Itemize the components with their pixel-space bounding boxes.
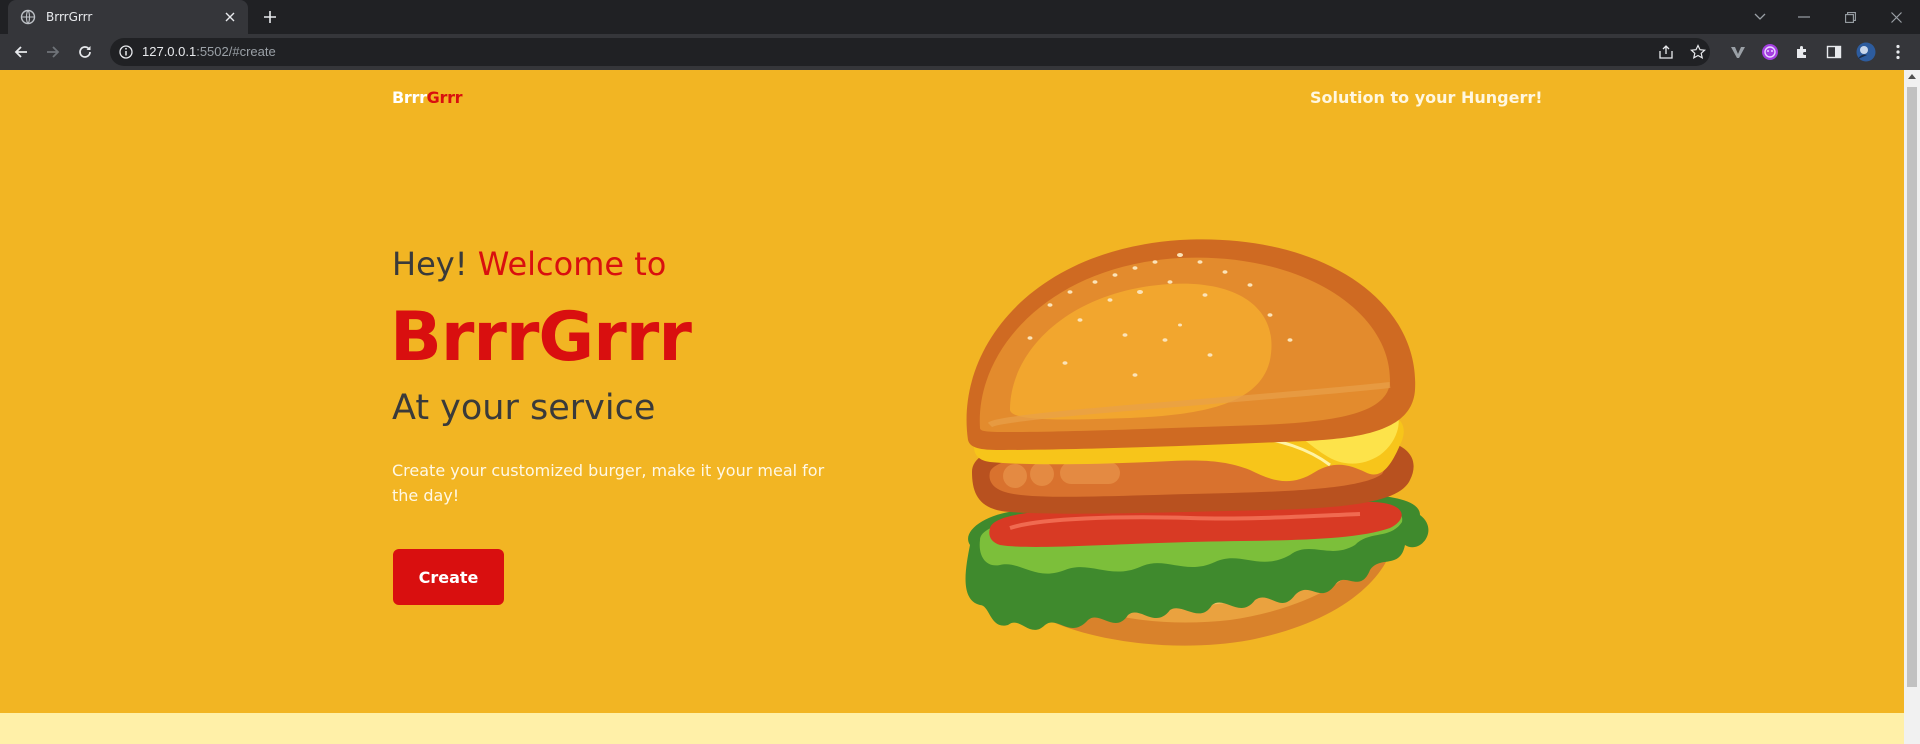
create-button[interactable]: Create <box>393 549 504 605</box>
minimize-icon[interactable] <box>1792 5 1816 29</box>
page-viewport: BrrrGrrr Solution to your Hungerr! Hey! … <box>0 70 1904 744</box>
tab-title: BrrrGrrr <box>46 10 93 24</box>
hero-subtitle: At your service <box>392 388 656 428</box>
brand-logo-part1: Brrr <box>392 88 427 107</box>
url-host: 127.0.0.1 <box>142 44 197 59</box>
extensions-puzzle-icon[interactable] <box>1790 40 1814 64</box>
forward-icon[interactable] <box>41 40 65 64</box>
hero-title: BrrrGrrr <box>390 298 692 377</box>
reload-icon[interactable] <box>73 40 97 64</box>
browser-menu-icon[interactable] <box>1886 40 1910 64</box>
tab-search-icon[interactable] <box>1748 5 1772 29</box>
browser-tab[interactable]: BrrrGrrr <box>8 0 248 34</box>
extension-face-icon[interactable] <box>1758 40 1782 64</box>
hero-greeting-welcome: Welcome to <box>477 245 667 283</box>
scrollbar-thumb[interactable] <box>1907 87 1917 687</box>
browser-toolbar: 127.0.0.1:5502/#create <box>0 34 1920 70</box>
side-panel-icon[interactable] <box>1822 40 1846 64</box>
profile-avatar[interactable] <box>1854 40 1878 64</box>
globe-icon <box>20 9 36 25</box>
extension-v-icon[interactable] <box>1726 40 1750 64</box>
url-path: :5502/#create <box>196 44 276 59</box>
hero-greeting-hey: Hey! <box>392 245 468 283</box>
back-icon[interactable] <box>9 40 33 64</box>
address-bar[interactable]: 127.0.0.1:5502/#create <box>110 38 1710 66</box>
restore-icon[interactable] <box>1838 5 1862 29</box>
info-icon[interactable] <box>118 44 134 60</box>
tab-strip: BrrrGrrr <box>0 0 1920 34</box>
close-tab-icon[interactable] <box>222 9 238 25</box>
brand-logo-part2: Grrr <box>426 88 463 107</box>
hero-greeting: Hey! Welcome to <box>392 245 666 283</box>
bookmark-star-icon[interactable] <box>1688 42 1708 62</box>
burger-illustration <box>965 239 1429 646</box>
close-window-icon[interactable] <box>1884 5 1908 29</box>
scroll-up-arrow-icon[interactable] <box>1908 74 1916 79</box>
next-section-strip <box>0 713 1904 744</box>
share-icon[interactable] <box>1656 42 1676 62</box>
header-tagline: Solution to your Hungerr! <box>1310 88 1543 107</box>
brand-logo[interactable]: BrrrGrrr <box>392 88 463 107</box>
page-scrollbar[interactable] <box>1904 70 1920 744</box>
url-text[interactable]: 127.0.0.1:5502/#create <box>142 44 276 59</box>
new-tab-icon[interactable] <box>260 7 280 27</box>
hero-description: Create your customized burger, make it y… <box>392 461 825 505</box>
